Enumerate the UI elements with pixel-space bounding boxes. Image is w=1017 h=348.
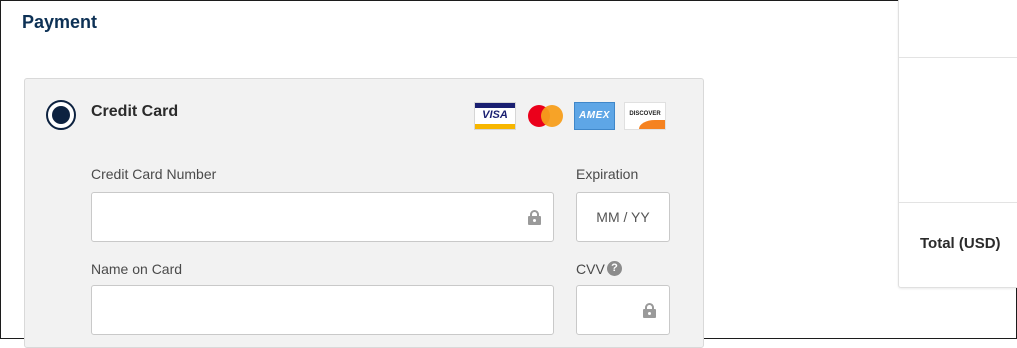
lock-icon [643,303,656,318]
credit-card-radio[interactable] [46,100,76,130]
help-icon[interactable]: ? [607,261,622,276]
cvv-field[interactable] [576,285,670,335]
summary-divider [899,57,1017,58]
expiration-label: Expiration [576,166,639,182]
mastercard-icon [526,102,566,130]
cvv-label: CVV [576,261,605,277]
summary-divider [899,202,1017,203]
section-title: Payment [22,12,98,32]
name-on-card-input[interactable] [92,286,553,334]
lock-icon [528,210,541,225]
payment-method-label[interactable]: Credit Card [91,103,178,121]
card-number-field[interactable] [91,192,554,242]
name-on-card-label: Name on Card [91,261,183,277]
total-label: Total (USD) [920,235,1001,252]
expiration-field[interactable] [576,192,670,242]
name-on-card-field[interactable] [91,285,554,335]
visa-icon: VISA [474,102,516,130]
radio-selected-dot [52,106,70,124]
card-number-input[interactable] [92,193,553,241]
discover-icon: DISCOVER [624,102,666,130]
expiration-input[interactable] [577,193,669,241]
amex-icon: AMEX [574,102,615,130]
card-number-label: Credit Card Number [91,166,217,182]
